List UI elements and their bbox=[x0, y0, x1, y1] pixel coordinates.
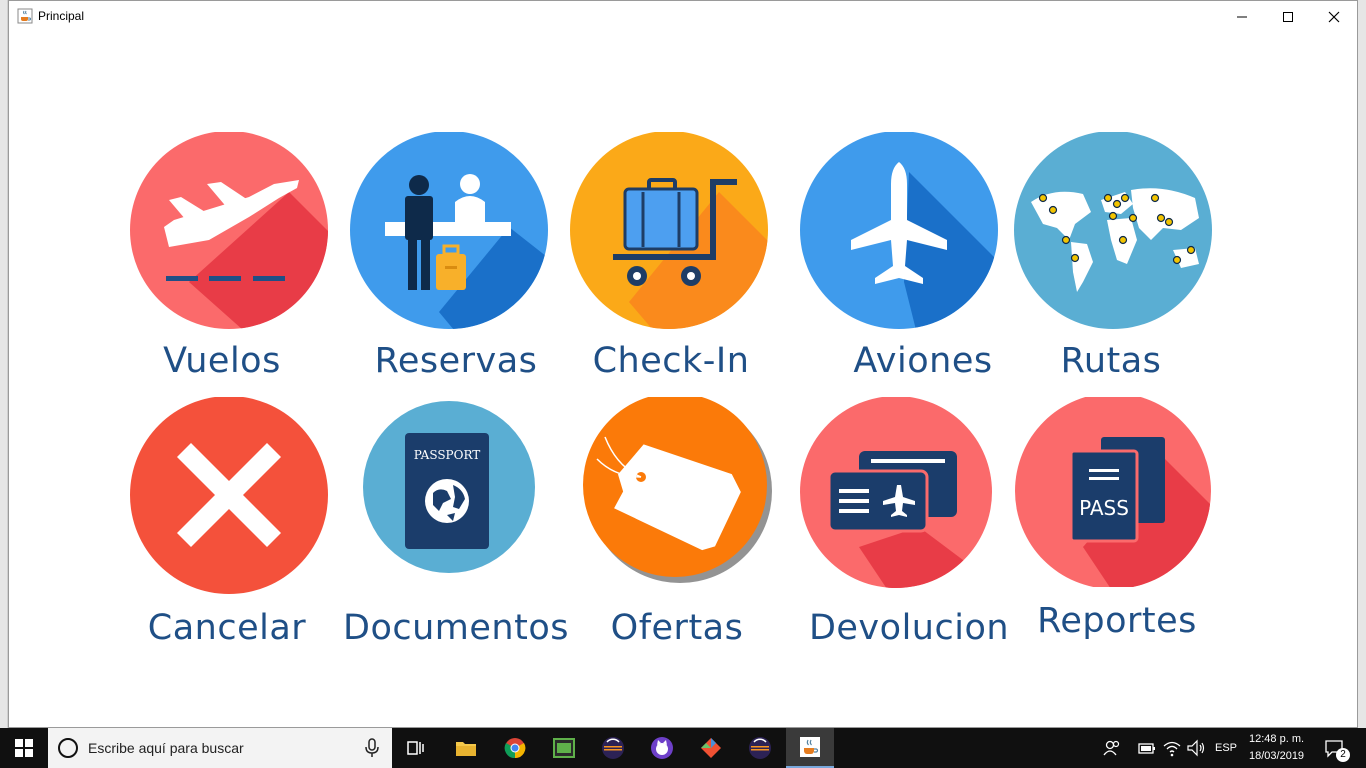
world-map-icon bbox=[1014, 132, 1212, 329]
main-window: Principal Vuelos Reservas Check-In Avion… bbox=[8, 0, 1358, 728]
minimize-button[interactable] bbox=[1219, 1, 1265, 32]
chrome-icon bbox=[504, 738, 526, 759]
title-bar[interactable]: Principal bbox=[9, 1, 1357, 32]
cortana-icon bbox=[58, 738, 78, 758]
java-cup-icon bbox=[17, 8, 33, 24]
window-title: Principal bbox=[38, 9, 85, 23]
cross-icon bbox=[130, 397, 328, 594]
passport-text: PASSPORT bbox=[414, 448, 481, 462]
tile-label-documentos: Documentos bbox=[343, 608, 569, 648]
pass-text: PASS bbox=[1079, 496, 1129, 520]
volume-icon[interactable] bbox=[1186, 738, 1206, 758]
windows-logo-icon bbox=[15, 739, 33, 757]
tile-label-reservas: Reservas bbox=[374, 341, 538, 381]
airplane-takeoff-icon bbox=[130, 132, 328, 329]
taskbar-eclipse[interactable] bbox=[589, 728, 637, 768]
tile-cancelar[interactable] bbox=[129, 397, 329, 597]
tile-label-reportes: Reportes bbox=[1037, 601, 1197, 641]
github-icon bbox=[651, 737, 673, 759]
close-button[interactable] bbox=[1311, 1, 1357, 32]
desktop-edge-left bbox=[0, 0, 8, 728]
luggage-cart-icon bbox=[570, 132, 768, 329]
tile-documentos[interactable]: PASSPORT bbox=[361, 399, 537, 575]
monitor-app-icon bbox=[553, 738, 575, 758]
tile-vuelos[interactable] bbox=[129, 132, 329, 332]
tile-devolucion[interactable] bbox=[799, 397, 993, 591]
tile-reservas[interactable] bbox=[349, 132, 549, 332]
search-placeholder: Escribe aquí para buscar bbox=[88, 740, 244, 756]
tile-label-vuelos: Vuelos bbox=[163, 341, 281, 381]
clock-date[interactable]: 18/03/2019 bbox=[1249, 750, 1304, 762]
tile-aviones[interactable] bbox=[799, 132, 999, 332]
wifi-icon[interactable] bbox=[1162, 738, 1182, 758]
java-cup-icon bbox=[800, 737, 820, 757]
people-icon[interactable] bbox=[1102, 738, 1122, 758]
maximize-button[interactable] bbox=[1265, 1, 1311, 32]
passport-icon: PASSPORT bbox=[363, 401, 535, 573]
tile-label-cancelar: Cancelar bbox=[147, 608, 307, 648]
language-indicator[interactable]: ESP bbox=[1215, 742, 1237, 754]
git-icon bbox=[701, 738, 721, 758]
start-button[interactable] bbox=[0, 728, 48, 768]
minimize-icon bbox=[1237, 16, 1247, 17]
folder-icon bbox=[456, 742, 476, 756]
tile-rutas[interactable] bbox=[1013, 132, 1213, 332]
close-icon bbox=[1328, 11, 1340, 22]
microphone-icon[interactable] bbox=[364, 738, 380, 758]
tile-label-rutas: Rutas bbox=[1060, 341, 1162, 381]
taskbar: Escribe aquí para buscar ESP 12:48 p. m.… bbox=[0, 728, 1366, 768]
taskbar-eclipse-2[interactable] bbox=[736, 728, 784, 768]
tile-label-aviones: Aviones bbox=[853, 341, 993, 381]
eclipse-icon bbox=[602, 737, 624, 759]
taskbar-file-explorer[interactable] bbox=[442, 728, 490, 768]
search-box[interactable]: Escribe aquí para buscar bbox=[48, 728, 392, 768]
notifications-button[interactable]: 2 bbox=[1318, 728, 1366, 768]
tile-label-checkin: Check-In bbox=[592, 341, 750, 381]
tile-checkin[interactable] bbox=[569, 132, 769, 332]
maximize-icon bbox=[1283, 11, 1293, 22]
battery-icon[interactable] bbox=[1137, 738, 1157, 758]
reception-desk-icon bbox=[350, 132, 548, 329]
pass-document-icon: PASS bbox=[1015, 397, 1211, 587]
taskbar-app-monitor[interactable] bbox=[540, 728, 588, 768]
desktop-edge-right bbox=[1358, 0, 1366, 728]
tile-reportes[interactable]: PASS bbox=[1013, 397, 1213, 587]
taskbar-chrome[interactable] bbox=[491, 728, 539, 768]
clock-time[interactable]: 12:48 p. m. bbox=[1249, 733, 1304, 745]
taskbar-github[interactable] bbox=[638, 728, 686, 768]
tile-ofertas[interactable] bbox=[577, 397, 777, 587]
price-tag-icon bbox=[583, 397, 772, 583]
task-view-button[interactable] bbox=[392, 728, 440, 768]
eclipse-icon bbox=[749, 737, 771, 759]
tickets-icon bbox=[800, 397, 992, 588]
tile-label-devolucion: Devolucion bbox=[808, 608, 1010, 648]
notification-count: 2 bbox=[1336, 748, 1350, 762]
taskbar-java-app[interactable] bbox=[786, 728, 834, 768]
task-view-icon bbox=[407, 741, 424, 755]
taskbar-git[interactable] bbox=[687, 728, 735, 768]
airplane-icon bbox=[800, 132, 998, 329]
tile-label-ofertas: Ofertas bbox=[610, 608, 744, 648]
